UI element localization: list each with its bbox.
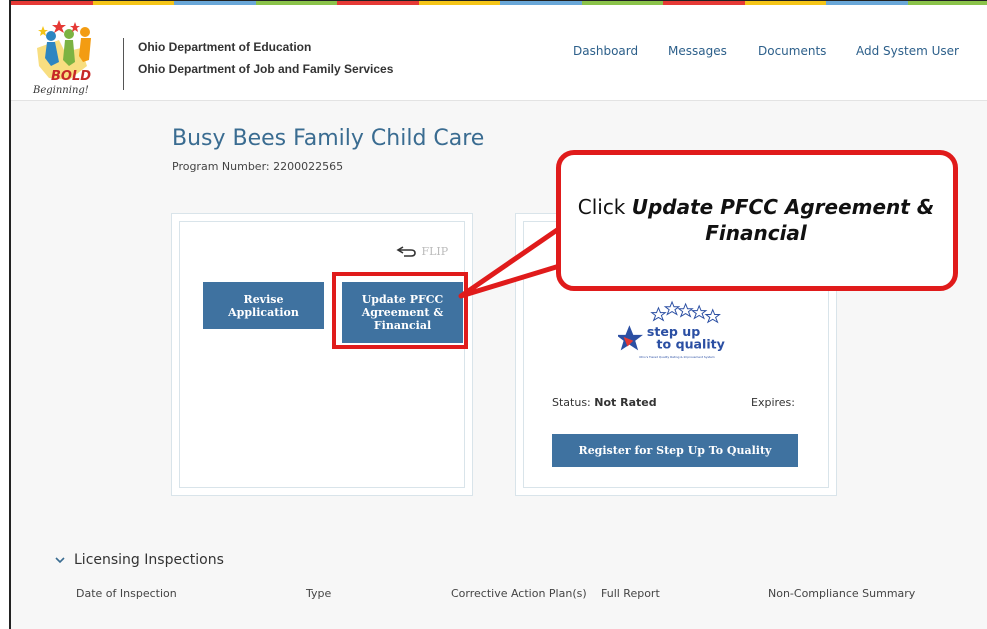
revise-application-button[interactable]: Revise Application [203, 282, 324, 329]
column-corrective-action-plans: Corrective Action Plan(s) [451, 587, 587, 600]
program-number: Program Number: 2200022565 [172, 160, 344, 173]
highlight-box [332, 272, 468, 349]
flip-icon [396, 246, 416, 257]
status-value: Not Rated [594, 396, 657, 409]
nav-dashboard[interactable]: Dashboard [573, 44, 638, 58]
status-text: Status: Not Rated [552, 396, 657, 409]
nav-messages[interactable]: Messages [668, 44, 727, 58]
callout-prefix: Click [577, 195, 632, 219]
chevron-down-icon[interactable] [55, 555, 65, 565]
flip-label: FLIP [421, 245, 449, 258]
column-date-of-inspection: Date of Inspection [76, 587, 177, 600]
bold-beginning-logo[interactable]: BOLD Beginning! [29, 18, 115, 96]
svg-text:BOLD: BOLD [51, 69, 91, 84]
app-window [9, 0, 987, 629]
svg-text:Beginning!: Beginning! [32, 85, 89, 96]
flip-toggle[interactable]: FLIP [396, 245, 448, 259]
nav-add-system-user[interactable]: Add System User [856, 44, 959, 58]
callout-text: Click Update PFCC Agreement & Financial [566, 194, 946, 246]
logo-divider [123, 38, 124, 90]
step-up-to-quality-logo: step up to quality Ohio's Tiered Quality… [618, 300, 725, 359]
status-prefix: Status: [552, 396, 591, 409]
licensing-inspections-title[interactable]: Licensing Inspections [74, 552, 224, 568]
nav-documents[interactable]: Documents [758, 44, 826, 58]
program-title: Busy Bees Family Child Care [172, 126, 485, 151]
callout-emphasis: Update PFCC Agreement & Financial [631, 195, 935, 245]
register-step-up-to-quality-button[interactable]: Register for Step Up To Quality [552, 434, 798, 467]
expires-label: Expires: [751, 396, 795, 409]
org-secondary-name: Ohio Department of Job and Family Servic… [138, 62, 394, 76]
column-non-compliance-summary: Non-Compliance Summary [768, 587, 916, 600]
org-primary-name: Ohio Department of Education [138, 40, 312, 54]
column-full-report: Full Report [601, 587, 660, 600]
svg-text:to quality: to quality [657, 336, 725, 351]
column-type: Type [306, 587, 332, 600]
svg-text:Ohio's Tiered Quality Rating &: Ohio's Tiered Quality Rating & Improveme… [639, 355, 715, 359]
